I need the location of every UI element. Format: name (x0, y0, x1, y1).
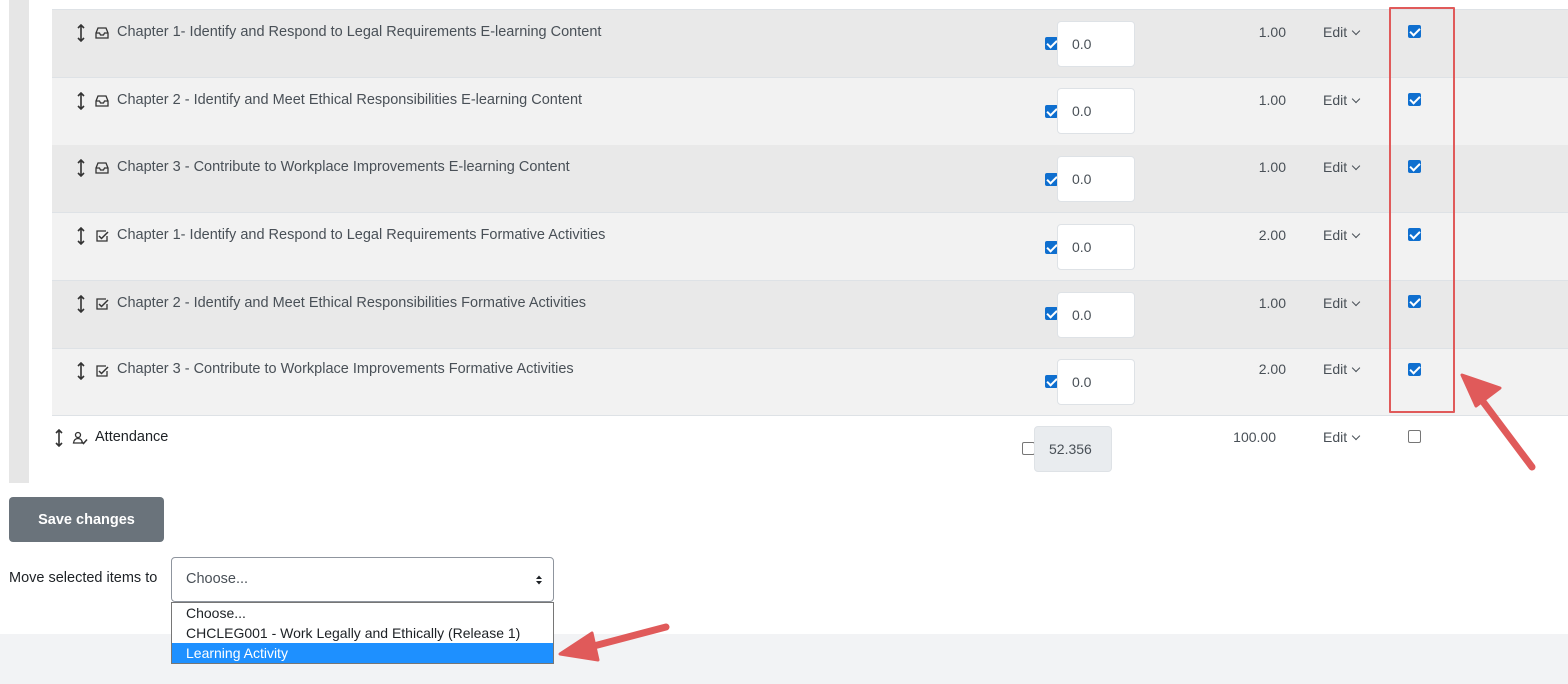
grade-item-name[interactable]: Chapter 2 - Identify and Meet Ethical Re… (117, 295, 586, 311)
weight-input[interactable]: 0.0 (1057, 88, 1135, 134)
chevron-down-icon (1351, 94, 1361, 104)
max-grade: 1.00 (1258, 24, 1286, 40)
table-row: Chapter 1- Identify and Respond to Legal… (52, 10, 1568, 78)
max-grade: 2.00 (1258, 361, 1286, 377)
max-grade: 2.00 (1258, 227, 1286, 243)
inbox-tray-icon (95, 95, 109, 107)
edit-menu[interactable]: Edit (1323, 429, 1361, 445)
checkbox-square-icon (96, 298, 109, 310)
edit-label: Edit (1323, 295, 1348, 311)
max-grade: 1.00 (1258, 295, 1286, 311)
edit-label: Edit (1323, 429, 1348, 445)
max-grade: 100.00 (1233, 429, 1276, 445)
chevron-down-icon (1351, 431, 1361, 441)
move-icon[interactable] (76, 295, 86, 313)
grade-item-name[interactable]: Chapter 1- Identify and Respond to Legal… (117, 227, 605, 243)
chevron-down-icon (1351, 297, 1361, 307)
grade-item-name[interactable]: Attendance (95, 429, 168, 445)
inbox-tray-icon (95, 162, 109, 174)
edit-menu[interactable]: Edit (1323, 159, 1361, 175)
move-icon[interactable] (76, 24, 86, 42)
move-icon[interactable] (76, 159, 86, 177)
edit-menu[interactable]: Edit (1323, 92, 1361, 108)
select-current-value: Choose... (186, 571, 249, 587)
move-icon[interactable] (76, 92, 86, 110)
table-row: Chapter 2 - Identify and Meet Ethical Re… (52, 78, 1568, 146)
edit-menu[interactable]: Edit (1323, 361, 1361, 377)
table-row: Chapter 3 - Contribute to Workplace Impr… (52, 145, 1568, 213)
grade-item-name[interactable]: Chapter 3 - Contribute to Workplace Impr… (117, 361, 574, 377)
weight-input[interactable]: 0.0 (1057, 359, 1135, 405)
max-grade: 1.00 (1258, 92, 1286, 108)
grade-item-name[interactable]: Chapter 3 - Contribute to Workplace Impr… (117, 159, 570, 175)
edit-label: Edit (1323, 92, 1348, 108)
edit-menu[interactable]: Edit (1323, 295, 1361, 311)
max-grade: 1.00 (1258, 159, 1286, 175)
checkbox-square-icon (96, 230, 109, 242)
dropdown-option-learning-activity[interactable]: Learning Activity (172, 643, 553, 663)
move-icon[interactable] (54, 429, 64, 447)
checkbox-square-icon (96, 365, 109, 377)
dropdown-option[interactable]: Choose... (172, 603, 553, 623)
table-row: Chapter 2 - Identify and Meet Ethical Re… (52, 281, 1568, 349)
inbox-tray-icon (95, 27, 109, 39)
chevron-down-icon (1351, 363, 1361, 373)
select-item-checkbox[interactable] (1408, 430, 1421, 443)
weight-input[interactable]: 0.0 (1057, 224, 1135, 270)
table-row: Chapter 1- Identify and Respond to Legal… (52, 213, 1568, 281)
edit-label: Edit (1323, 159, 1348, 175)
weight-input[interactable]: 0.0 (1057, 21, 1135, 67)
chevron-down-icon (1351, 161, 1361, 171)
chevron-down-icon (1351, 26, 1361, 36)
weight-input[interactable]: 0.0 (1057, 292, 1135, 338)
move-icon[interactable] (76, 227, 86, 245)
edit-label: Edit (1323, 227, 1348, 243)
select-updown-icon (536, 575, 542, 585)
selection-highlight-box (1389, 7, 1455, 413)
table-row: Chapter 3 - Contribute to Workplace Impr… (52, 349, 1568, 416)
move-destination-options: Choose... CHCLEG001 - Work Legally and E… (171, 602, 554, 664)
attendance-users-icon (72, 431, 88, 445)
move-icon[interactable] (76, 362, 86, 380)
edit-menu[interactable]: Edit (1323, 24, 1361, 40)
edit-label: Edit (1323, 24, 1348, 40)
save-changes-button[interactable]: Save changes (9, 497, 164, 542)
edit-menu[interactable]: Edit (1323, 227, 1361, 243)
grade-item-name[interactable]: Chapter 1- Identify and Respond to Legal… (117, 24, 601, 40)
table-row: Attendance 52.356 100.00 Edit (29, 416, 1568, 484)
dropdown-option[interactable]: CHCLEG001 - Work Legally and Ethically (… (172, 623, 553, 643)
move-destination-select[interactable]: Choose... (171, 557, 554, 602)
move-selected-label: Move selected items to (9, 570, 158, 586)
category-indent-strip (9, 0, 29, 483)
chevron-down-icon (1351, 229, 1361, 239)
edit-label: Edit (1323, 361, 1348, 377)
weight-input[interactable]: 0.0 (1057, 156, 1135, 202)
grade-item-name[interactable]: Chapter 2 - Identify and Meet Ethical Re… (117, 92, 582, 108)
weight-input: 52.356 (1034, 426, 1112, 472)
